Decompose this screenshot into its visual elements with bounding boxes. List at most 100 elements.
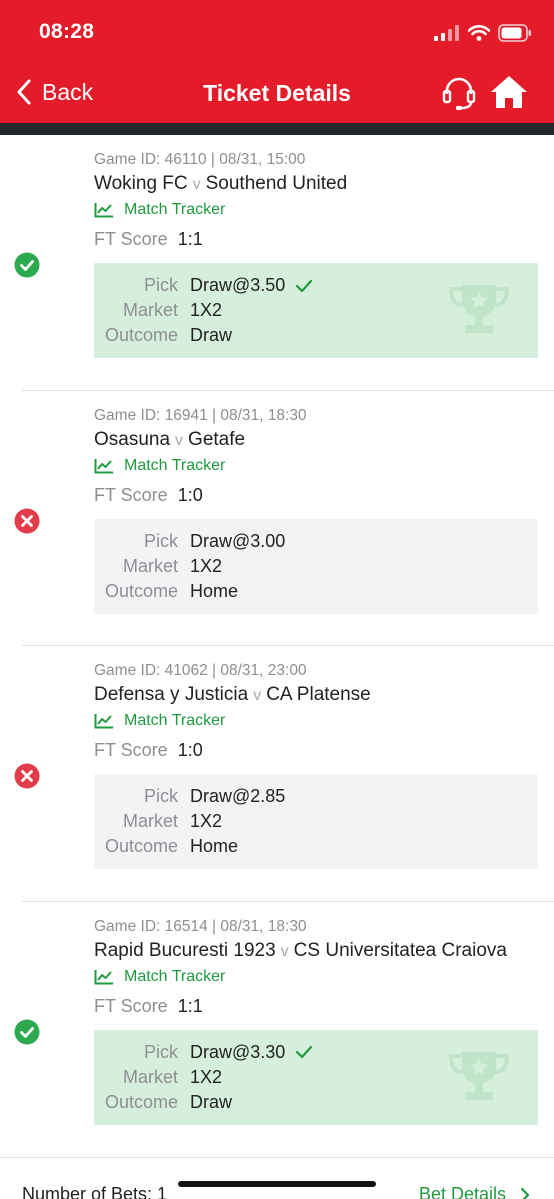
outcome-label: Outcome bbox=[104, 325, 178, 345]
app-header: 08:28 Back Ticket Details bbox=[0, 0, 554, 123]
outcome-label: Outcome bbox=[104, 1091, 178, 1112]
ft-score-label: FT Score bbox=[94, 484, 168, 505]
pick-value: Draw@3.00 bbox=[190, 530, 286, 551]
match-teams: Woking FC v Southend United bbox=[94, 173, 347, 195]
line-chart-icon bbox=[94, 203, 113, 218]
home-button[interactable] bbox=[490, 74, 528, 115]
match-tracker-link[interactable]: Match Tracker bbox=[94, 968, 225, 986]
market-row: Market 1X2 bbox=[94, 556, 222, 577]
pick-summary: Pick Draw@3.30 Market 1X2 Outcome Draw bbox=[94, 1029, 538, 1125]
away-team: CA Platense bbox=[266, 684, 371, 705]
match-tracker-link[interactable]: Match Tracker bbox=[94, 457, 225, 475]
bet-card: Game ID: 46110 | 08/31, 15:00 Woking FC v S… bbox=[14, 135, 554, 391]
bet-details-label: Bet Details bbox=[418, 1184, 506, 1199]
bet-details-link[interactable]: Bet Details bbox=[419, 1184, 530, 1199]
market-row: Market 1X2 bbox=[94, 1067, 222, 1088]
ft-score-value: 1:1 bbox=[177, 229, 203, 249]
market-label: Market bbox=[122, 1066, 178, 1087]
bet-card: Game ID: 41062 | 08/31, 23:00 Defensa y J… bbox=[14, 646, 554, 902]
match-tracker-label: Match Tracker bbox=[124, 712, 226, 729]
match-teams: Defensa y Justicia v CA Platense bbox=[94, 684, 371, 706]
support-button[interactable] bbox=[441, 75, 477, 116]
match-tracker-label: Match Tracker bbox=[124, 201, 226, 218]
outcome-value: Draw bbox=[190, 325, 233, 345]
lose-x-icon bbox=[14, 763, 40, 789]
match-tracker-link[interactable]: Match Tracker bbox=[94, 201, 225, 219]
market-label: Market bbox=[122, 300, 178, 320]
headset-icon bbox=[442, 77, 476, 110]
ft-score-row: FT Score 1:0 bbox=[94, 740, 203, 761]
trophy-icon bbox=[448, 285, 510, 333]
versus-label: v bbox=[192, 176, 201, 193]
win-check-icon bbox=[14, 1019, 40, 1044]
pick-row: Pick Draw@3.50 bbox=[94, 275, 313, 296]
ft-score-value: 1:0 bbox=[177, 484, 203, 505]
ft-score-label: FT Score bbox=[94, 740, 168, 760]
home-icon bbox=[491, 76, 527, 108]
ticket-footer: Number of Bets: 1 Bet Details bbox=[0, 1157, 554, 1199]
game-id-meta: Game ID: 16941 | 08/31, 18:30 bbox=[94, 406, 307, 424]
header-divider bbox=[0, 123, 554, 135]
pick-summary: Pick Draw@3.50 Market 1X2 Outcome Draw bbox=[94, 263, 538, 358]
status-time: 08:28 bbox=[39, 20, 95, 43]
pick-summary: Pick Draw@2.85 Market 1X2 Outcome Home bbox=[94, 774, 538, 869]
back-button[interactable]: Back bbox=[16, 78, 93, 106]
outcome-label: Outcome bbox=[104, 836, 178, 856]
pick-row: Pick Draw@2.85 bbox=[94, 786, 285, 807]
market-row: Market 1X2 bbox=[94, 811, 222, 832]
pick-label: Pick bbox=[143, 530, 178, 551]
outcome-value: Home bbox=[190, 580, 239, 601]
battery-icon bbox=[498, 24, 531, 42]
outcome-row: Outcome Home bbox=[94, 836, 238, 857]
ft-score-label: FT Score bbox=[94, 229, 168, 249]
outcome-label: Outcome bbox=[104, 580, 178, 601]
pick-label: Pick bbox=[143, 275, 178, 295]
game-id-meta: Game ID: 46110 | 08/31, 15:00 bbox=[94, 151, 306, 168]
away-team: CS Universitatea Craiova bbox=[293, 939, 507, 961]
home-indicator[interactable] bbox=[178, 1181, 376, 1187]
trophy-icon bbox=[448, 1051, 510, 1100]
versus-label: v bbox=[175, 431, 184, 449]
bet-list: Game ID: 46110 | 08/31, 15:00 Woking FC v S… bbox=[0, 135, 554, 1157]
market-value: 1X2 bbox=[190, 1066, 223, 1087]
pick-row: Pick Draw@3.00 bbox=[94, 531, 285, 552]
line-chart-icon bbox=[94, 714, 113, 729]
ft-score-value: 1:1 bbox=[177, 995, 203, 1016]
away-team: Southend United bbox=[205, 173, 348, 194]
line-chart-icon bbox=[94, 969, 113, 984]
outcome-row: Outcome Draw bbox=[94, 325, 232, 346]
chevron-right-icon bbox=[520, 1187, 530, 1199]
market-row: Market 1X2 bbox=[94, 300, 222, 321]
outcome-value: Home bbox=[190, 836, 239, 856]
pick-check-icon bbox=[296, 279, 313, 292]
pick-value: Draw@3.30 bbox=[190, 1041, 286, 1062]
market-label: Market bbox=[122, 811, 178, 831]
pick-value: Draw@2.85 bbox=[190, 786, 286, 806]
ft-score-row: FT Score 1:1 bbox=[94, 229, 203, 250]
versus-label: v bbox=[280, 942, 289, 960]
match-tracker-link[interactable]: Match Tracker bbox=[94, 712, 225, 730]
win-check-icon bbox=[14, 252, 40, 278]
pick-summary: Pick Draw@3.00 Market 1X2 Outcome Home bbox=[94, 518, 538, 614]
outcome-row: Outcome Draw bbox=[94, 1092, 232, 1113]
pick-row: Pick Draw@3.30 bbox=[94, 1042, 313, 1063]
match-teams: Rapid Bucuresti 1923 v CS Universitatea Cr… bbox=[94, 940, 507, 962]
ft-score-row: FT Score 1:1 bbox=[94, 996, 203, 1017]
bet-card: Game ID: 16941 | 08/31, 18:30 Osasuna v Get… bbox=[14, 391, 554, 646]
number-of-bets: Number of Bets: 1 bbox=[22, 1184, 168, 1199]
line-chart-icon bbox=[94, 458, 113, 473]
pick-label: Pick bbox=[143, 1041, 178, 1062]
pick-check-icon bbox=[296, 1045, 313, 1059]
home-team: Defensa y Justicia bbox=[94, 684, 249, 705]
game-id-meta: Game ID: 16514 | 08/31, 18:30 bbox=[94, 917, 307, 935]
home-team: Osasuna bbox=[94, 428, 171, 450]
market-label: Market bbox=[122, 555, 178, 576]
home-team: Woking FC bbox=[94, 173, 188, 194]
ft-score-row: FT Score 1:0 bbox=[94, 485, 203, 506]
back-label: Back bbox=[42, 78, 94, 105]
market-value: 1X2 bbox=[190, 811, 223, 831]
market-value: 1X2 bbox=[190, 300, 223, 320]
match-tracker-label: Match Tracker bbox=[124, 967, 226, 985]
status-icons bbox=[434, 22, 532, 44]
home-team: Rapid Bucuresti 1923 bbox=[94, 939, 276, 961]
